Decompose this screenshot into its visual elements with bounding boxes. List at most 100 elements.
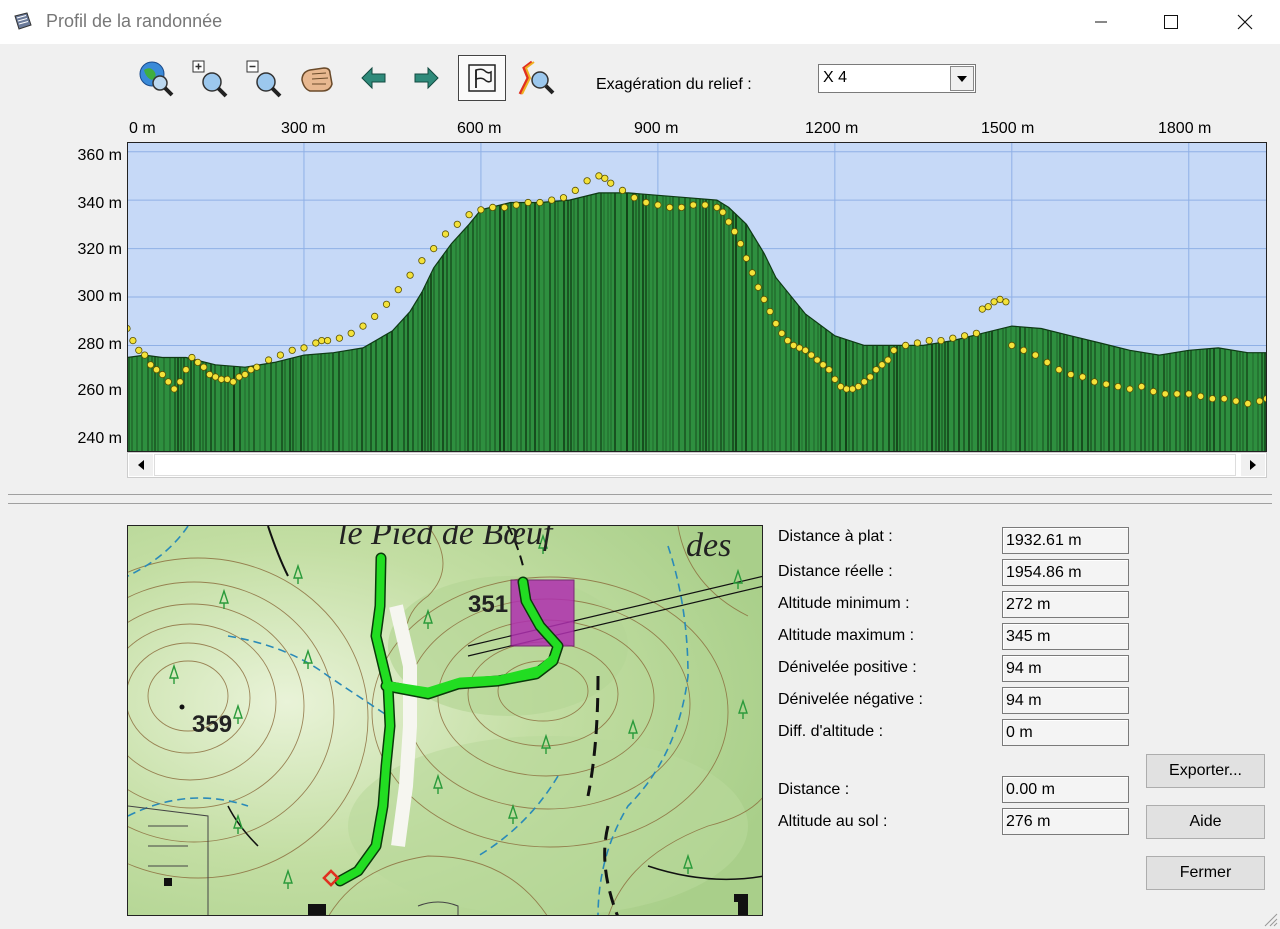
- gps-point: [229, 378, 237, 386]
- gps-point: [766, 307, 774, 316]
- gps-point: [984, 303, 992, 311]
- gps-point: [241, 370, 249, 379]
- gps-point: [247, 366, 255, 374]
- separator-line: [8, 503, 1272, 504]
- previous-button[interactable]: [352, 56, 396, 100]
- gps-point: [872, 366, 880, 374]
- maximize-icon: [1164, 15, 1178, 29]
- diff-altitude-label: Diff. d'altitude :: [778, 723, 884, 740]
- title-bar: Profil de la randonnée: [0, 0, 1280, 44]
- gps-point: [925, 337, 933, 345]
- zoom-in-button[interactable]: [188, 56, 232, 100]
- y-tick-label: 340 m: [77, 195, 122, 212]
- gps-point: [742, 254, 751, 262]
- profile-scrollbar[interactable]: [127, 452, 1267, 478]
- distance-label: Distance :: [778, 781, 850, 798]
- gps-point: [200, 363, 208, 371]
- close-button[interactable]: Fermer: [1146, 856, 1265, 890]
- route-zoom-icon: [518, 60, 555, 95]
- gps-point: [831, 375, 839, 383]
- arrow-right-icon: [414, 66, 439, 90]
- summit-dot: [179, 704, 185, 710]
- altitude-sol-label: Altitude au sol :: [778, 813, 888, 830]
- gps-point: [1043, 358, 1051, 366]
- x-tick-label: 1800 m: [1158, 120, 1212, 137]
- gps-point: [1114, 383, 1122, 391]
- gps-point: [607, 179, 615, 187]
- gps-point: [265, 356, 273, 364]
- gps-point: [760, 295, 768, 303]
- globe-zoom-icon: [139, 61, 174, 97]
- denivelee-negative-value: 94 m: [1002, 687, 1129, 714]
- denivelee-positive-value: 94 m: [1002, 655, 1129, 682]
- dropdown-button[interactable]: [950, 66, 974, 91]
- gps-point: [1078, 373, 1087, 381]
- close-icon: [1237, 14, 1253, 30]
- scroll-thumb[interactable]: [154, 454, 1236, 476]
- y-tick-label: 280 m: [77, 336, 122, 353]
- gps-point: [725, 218, 733, 226]
- gps-point: [489, 203, 497, 212]
- gps-point: [1220, 395, 1228, 403]
- x-tick-label: 600 m: [457, 120, 502, 137]
- gps-point: [512, 201, 520, 209]
- gps-point: [1031, 351, 1040, 359]
- gps-point: [206, 370, 214, 379]
- gps-point: [276, 351, 284, 359]
- flag-toggle-button[interactable]: [458, 55, 506, 101]
- elevation-profile-chart[interactable]: [127, 142, 1267, 452]
- scroll-right-button[interactable]: [1241, 454, 1265, 476]
- gps-point: [1102, 380, 1110, 388]
- resize-grip-icon[interactable]: [1262, 911, 1278, 927]
- gps-point: [1019, 346, 1028, 354]
- scroll-left-button[interactable]: [129, 454, 153, 476]
- flag-icon: [468, 64, 496, 92]
- gps-point: [819, 361, 827, 369]
- gps-point: [347, 329, 355, 337]
- gps-point: [937, 337, 945, 345]
- route-zoom-button[interactable]: [514, 56, 558, 100]
- caret-left-icon: [138, 460, 144, 470]
- help-button[interactable]: Aide: [1146, 805, 1265, 839]
- gps-point: [601, 174, 609, 182]
- gps-point: [878, 361, 886, 369]
- gps-point: [677, 203, 686, 212]
- gps-point: [719, 208, 727, 216]
- map-canvas: le Pied de Bœuf des 351 359: [128, 526, 762, 915]
- gps-point: [960, 332, 969, 340]
- gps-point: [666, 203, 674, 212]
- gps-point: [736, 240, 745, 248]
- gps-point: [860, 378, 868, 386]
- altitude-min-value: 272 m: [1002, 591, 1129, 618]
- relief-exaggeration-select[interactable]: X 4: [818, 64, 976, 93]
- topographic-map[interactable]: le Pied de Bœuf des 351 359: [127, 525, 763, 916]
- gps-point: [188, 353, 196, 362]
- gps-point: [713, 203, 721, 212]
- maximize-button[interactable]: [1136, 0, 1206, 44]
- caret-right-icon: [1250, 460, 1256, 470]
- gps-point: [324, 337, 332, 345]
- gps-point: [1090, 378, 1099, 386]
- map-label-place: des: [686, 527, 731, 564]
- zoom-out-button[interactable]: [242, 56, 286, 100]
- export-button[interactable]: Exporter...: [1146, 754, 1265, 788]
- gps-point: [1126, 385, 1134, 393]
- pan-button[interactable]: [296, 56, 340, 100]
- gps-point: [1002, 298, 1010, 306]
- map-label-place: le Pied de Bœuf: [338, 526, 557, 552]
- next-button[interactable]: [404, 56, 448, 100]
- separator-line: [8, 494, 1272, 495]
- gps-point: [288, 346, 296, 354]
- gps-point: [890, 346, 898, 354]
- gps-point: [312, 339, 320, 347]
- gps-point: [1197, 392, 1205, 400]
- minimize-button[interactable]: [1066, 0, 1136, 44]
- distance-plat-value: 1932.61 m: [1002, 527, 1129, 554]
- globe-zoom-button[interactable]: [134, 56, 178, 100]
- distance-plat-label: Distance à plat :: [778, 528, 893, 545]
- map-label-altitude: 359: [192, 711, 232, 738]
- gps-point: [772, 320, 780, 328]
- y-tick-label: 240 m: [77, 430, 122, 447]
- close-window-button[interactable]: [1210, 0, 1280, 44]
- gps-point: [837, 383, 845, 391]
